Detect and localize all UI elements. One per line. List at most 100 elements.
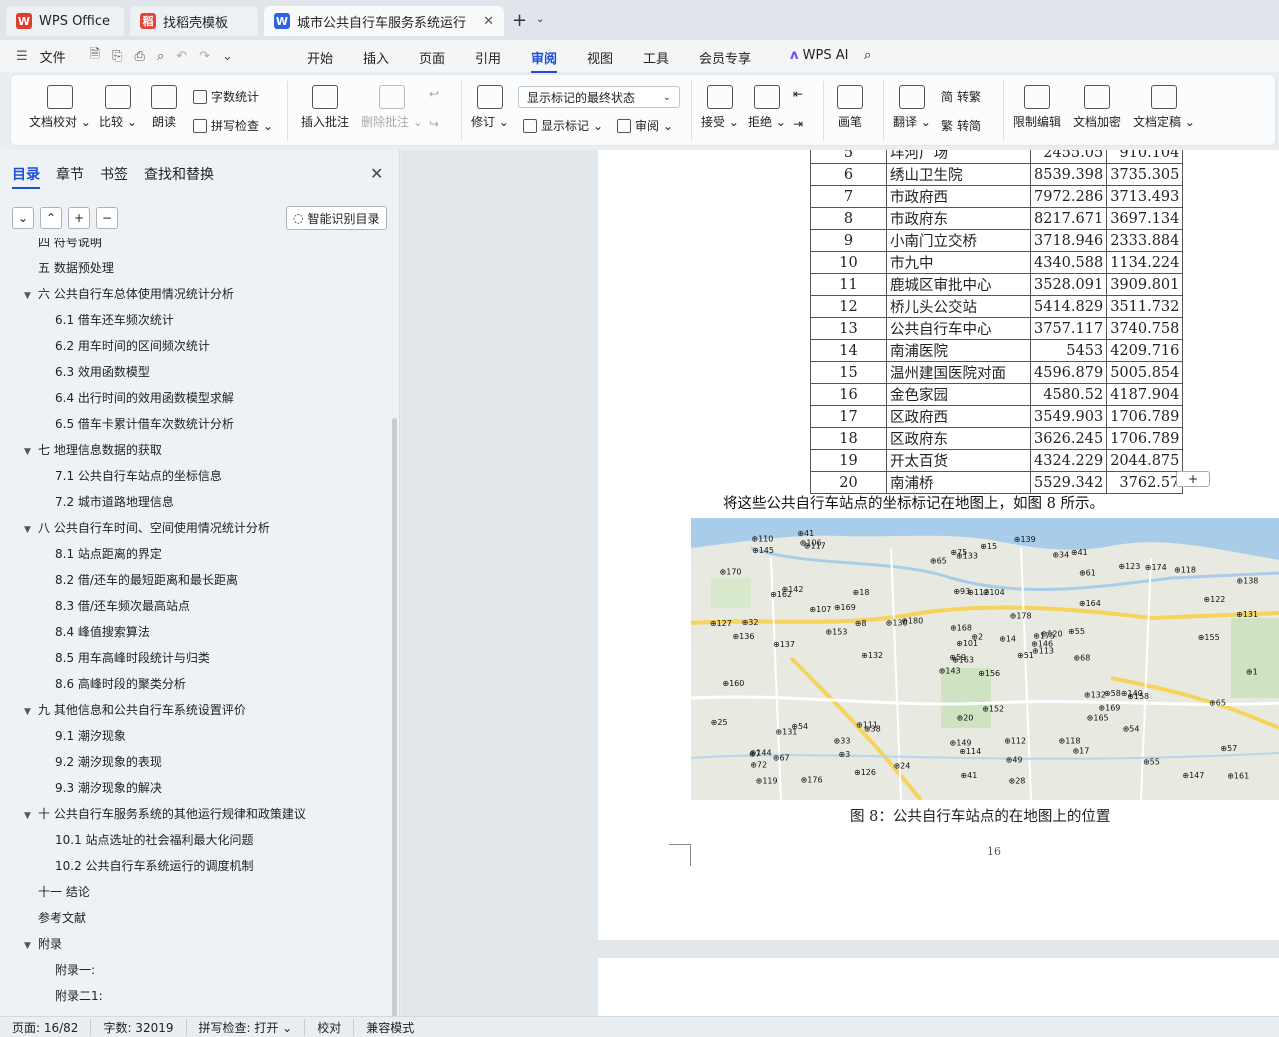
prev-comment-icon[interactable]: ↩	[429, 87, 439, 101]
toc-item[interactable]: 9.1 潮汐现象	[55, 725, 126, 747]
table-cell[interactable]: 公共自行车中心	[886, 317, 1031, 340]
table-cell[interactable]: 7972.286	[1029, 185, 1108, 208]
table-cell[interactable]: 8217.671	[1029, 207, 1108, 230]
table-cell[interactable]: 市政府东	[886, 207, 1031, 230]
show-markup-button[interactable]: 显示标记 ⌄	[523, 117, 603, 134]
chevron-down-icon[interactable]: ⌄	[536, 14, 544, 25]
search-icon[interactable]: ⌕	[864, 48, 871, 63]
next-comment-icon[interactable]: ↪	[429, 117, 439, 131]
table-cell[interactable]: 3718.946	[1029, 229, 1108, 252]
doc-proof-button[interactable]: 文档校对 ⌄	[29, 85, 91, 130]
close-icon[interactable]: ✕	[370, 164, 383, 183]
toc-item[interactable]: 7.2 城市道路地理信息	[55, 491, 174, 513]
table-cell[interactable]: 3740.758	[1106, 317, 1184, 340]
file-menu[interactable]: 文件	[40, 47, 66, 66]
toc-item[interactable]: 参考文献	[24, 907, 86, 929]
table-cell[interactable]: 6	[810, 163, 887, 186]
table-cell[interactable]: 2455.05	[1029, 150, 1108, 164]
add-heading-icon[interactable]: +	[68, 207, 90, 229]
toc-item[interactable]: 8.5 用车高峰时段统计与归类	[55, 647, 210, 669]
triangle-down-icon[interactable]: ▼	[24, 285, 38, 307]
wps-ai-button[interactable]: ʌ WPS AI	[790, 48, 848, 63]
toc-item[interactable]: 8.3 借/还车频次最高站点	[55, 595, 190, 617]
table-cell[interactable]: 1706.789	[1106, 427, 1184, 450]
smart-toc-button[interactable]: ◌ 智能识别目录	[286, 206, 387, 230]
table-cell[interactable]: 5453	[1029, 339, 1108, 362]
table-cell[interactable]: 4209.716	[1106, 339, 1184, 362]
review-pane-button[interactable]: 审阅 ⌄	[617, 117, 673, 134]
toc-item[interactable]: 6.2 用车时间的区间频次统计	[55, 335, 210, 357]
table-cell[interactable]: 市九中	[886, 251, 1031, 274]
encrypt-button[interactable]: 文档加密	[1073, 85, 1121, 130]
table-cell[interactable]: 8539.398	[1029, 163, 1108, 186]
translate-button[interactable]: 翻译 ⌄	[893, 85, 931, 130]
read-aloud-button[interactable]: 朗读	[151, 85, 177, 130]
tab-docer[interactable]: 稻 找稻壳模板	[130, 6, 258, 36]
table-cell[interactable]: 15	[810, 361, 887, 384]
toc-item[interactable]: ▼ 八 公共自行车时间、空间使用情况统计分析	[24, 517, 270, 539]
table-cell[interactable]: 13	[810, 317, 887, 340]
triangle-down-icon[interactable]: ▼	[24, 519, 38, 541]
table-cell[interactable]: 10	[810, 251, 887, 274]
toc-item[interactable]: 9.3 潮汐现象的解决	[55, 777, 162, 799]
toc-item[interactable]: ▼ 十 公共自行车服务系统的其他运行规律和政策建议	[24, 803, 306, 825]
table-cell[interactable]: 区政府东	[886, 427, 1031, 450]
toc-item[interactable]: 10.2 公共自行车系统运行的调度机制	[55, 855, 254, 877]
toc-item[interactable]: 五 数据预处理	[24, 257, 114, 279]
toc-item[interactable]: 十一 结论	[24, 881, 90, 903]
table-cell[interactable]: 3626.245	[1029, 427, 1108, 450]
spell-check-indicator[interactable]: 拼写检查: 打开 ⌄	[187, 1018, 306, 1036]
table-cell[interactable]: 9	[810, 229, 887, 252]
page-indicator[interactable]: 页面: 16/82	[0, 1018, 92, 1036]
markup-state-select[interactable]: 显示标记的最终状态 ⌄	[518, 86, 680, 108]
toc-item[interactable]: ▼ 附录	[24, 933, 62, 955]
table-cell[interactable]: 垟河广场	[886, 150, 1031, 164]
toc-item[interactable]: 9.2 潮汐现象的表现	[55, 751, 162, 773]
menu-review[interactable]: 审阅	[531, 48, 558, 73]
table-cell[interactable]: 开太百货	[886, 449, 1031, 472]
menu-page[interactable]: 页面	[419, 48, 445, 67]
table-cell[interactable]: 小南门立交桥	[886, 229, 1031, 252]
triangle-down-icon[interactable]: ▼	[24, 441, 38, 463]
toc-item[interactable]: 8.6 高峰时段的聚类分析	[55, 673, 186, 695]
table-cell[interactable]: 南浦桥	[886, 471, 1031, 494]
export-icon[interactable]: ⎘	[112, 49, 122, 64]
table-cell[interactable]: 5005.854	[1106, 361, 1184, 384]
menu-view[interactable]: 视图	[587, 48, 613, 67]
toc-item[interactable]: 四 符号说明	[24, 238, 102, 253]
undo-icon[interactable]: ↶	[176, 49, 187, 64]
menu-insert[interactable]: 插入	[363, 48, 389, 67]
table-cell[interactable]: 4596.879	[1029, 361, 1108, 384]
table-cell[interactable]: 4580.52	[1029, 383, 1108, 406]
table-cell[interactable]: 19	[810, 449, 887, 472]
print-preview-icon[interactable]: ⌕	[157, 49, 164, 64]
new-tab-icon[interactable]: +	[512, 10, 527, 31]
add-row-icon[interactable]: +	[1176, 471, 1210, 487]
table-cell[interactable]: 3697.134	[1106, 207, 1184, 230]
redo-icon[interactable]: ↷	[199, 49, 210, 64]
table-cell[interactable]: 910.104	[1106, 150, 1184, 164]
table-cell[interactable]: 3762.57	[1106, 471, 1184, 494]
table-cell[interactable]: 4324.229	[1029, 449, 1108, 472]
more-tools-chevron-icon[interactable]: ⌄	[222, 49, 233, 64]
sidebar-scrollbar[interactable]	[392, 418, 397, 1018]
save-icon[interactable]: 🗎	[90, 45, 100, 67]
spell-check-button[interactable]: 拼写检查 ⌄	[193, 117, 273, 134]
triangle-down-icon[interactable]: ▼	[24, 935, 38, 957]
to-traditional-button[interactable]: 简 转繁	[941, 88, 981, 105]
table-cell[interactable]: 3713.493	[1106, 185, 1184, 208]
table-cell[interactable]: 18	[810, 427, 887, 450]
table-cell[interactable]: 1134.224	[1106, 251, 1184, 274]
triangle-down-icon[interactable]: ▼	[24, 805, 38, 827]
table-cell[interactable]: 17	[810, 405, 887, 428]
table-cell[interactable]: 区政府西	[886, 405, 1031, 428]
table-cell[interactable]: 3757.117	[1029, 317, 1108, 340]
table-cell[interactable]: 20	[810, 471, 887, 494]
remove-heading-icon[interactable]: −	[96, 207, 118, 229]
tab-sections[interactable]: 章节	[56, 164, 84, 189]
menu-member[interactable]: 会员专享	[699, 48, 751, 67]
tab-bookmarks[interactable]: 书签	[100, 164, 128, 189]
toc-item[interactable]: 6.3 效用函数模型	[55, 361, 150, 383]
menu-home[interactable]: 开始	[307, 48, 333, 67]
table-cell[interactable]: 16	[810, 383, 887, 406]
